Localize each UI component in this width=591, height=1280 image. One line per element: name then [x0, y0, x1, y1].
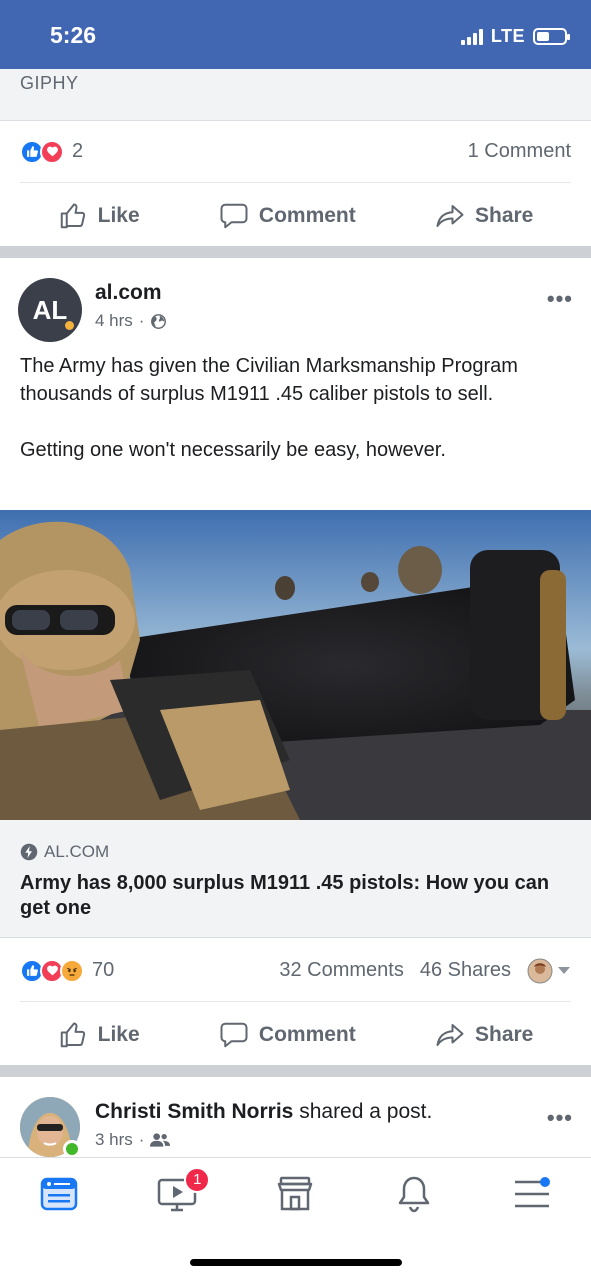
battery-icon	[533, 28, 570, 45]
link-domain: AL.COM	[20, 842, 109, 862]
feed-divider	[0, 1065, 591, 1077]
link-preview-image[interactable]	[0, 510, 591, 820]
love-reaction-icon	[40, 139, 64, 164]
post-action-bar: Like Comment Share	[0, 184, 591, 248]
share-label: Share	[475, 1023, 534, 1046]
link-domain-text: AL.COM	[44, 842, 110, 861]
comment-count[interactable]: 1 Comment	[468, 140, 571, 163]
meta-separator: ·	[138, 311, 145, 330]
tab-notifications[interactable]	[389, 1169, 439, 1219]
share-count[interactable]: 46 Shares	[420, 959, 511, 982]
giphy-label: GIPHY	[20, 73, 79, 93]
chevron-down-icon	[558, 966, 570, 974]
meta-separator: ·	[138, 1130, 145, 1149]
like-button[interactable]: Like	[58, 201, 140, 231]
tab-menu[interactable]	[507, 1169, 557, 1219]
post-header: AL al.com 4 hrs · •••	[0, 278, 591, 350]
share-icon	[436, 205, 464, 227]
comment-icon	[220, 1022, 248, 1048]
friends-audience-icon	[150, 1133, 171, 1147]
tab-news-feed[interactable]	[34, 1169, 84, 1219]
page-avatar[interactable]: AL	[18, 278, 82, 342]
angry-reaction-icon	[60, 958, 84, 983]
marketplace-icon	[278, 1176, 313, 1210]
post-paragraph-2: Getting one won't necessarily be easy, h…	[20, 439, 446, 461]
status-time: 5:26	[50, 22, 97, 48]
like-icon	[60, 1022, 85, 1048]
globe-icon	[151, 313, 167, 329]
reaction-icons	[20, 958, 84, 983]
watch-notification-badge: 1	[184, 1166, 211, 1193]
avatar-text: AL	[32, 294, 68, 325]
like-icon	[60, 203, 85, 229]
post-time[interactable]: 4 hrs	[95, 311, 133, 331]
share-button[interactable]: Share	[435, 201, 533, 231]
avatar-logo-dot	[65, 321, 74, 330]
post-meta: 4 hrs ·	[95, 311, 167, 331]
like-label: Like	[97, 204, 140, 227]
comment-label: Comment	[258, 1023, 356, 1046]
next-post-title: Christi Smith Norris shared a post.	[95, 1100, 432, 1124]
share-icon	[436, 1024, 464, 1046]
comment-button[interactable]: Comment	[219, 1020, 356, 1050]
network-label: LTE	[490, 26, 525, 46]
post-body: The Army has given the Civilian Marksman…	[20, 352, 571, 464]
reaction-summary[interactable]: 70 32 Comments 46 Shares	[20, 940, 571, 1002]
menu-icon	[514, 1176, 550, 1207]
status-bar: 5:26 LTE	[0, 0, 591, 69]
post-time[interactable]: 3 hrs	[95, 1130, 133, 1150]
comment-icon	[220, 203, 248, 229]
more-options-icon[interactable]: •••	[547, 1105, 573, 1131]
reaction-count: 70	[92, 959, 115, 981]
tab-marketplace[interactable]	[270, 1169, 320, 1219]
page-name[interactable]: al.com	[95, 281, 162, 305]
tab-watch[interactable]: 1	[152, 1166, 211, 1219]
reaction-summary[interactable]: 2 1 Comment	[20, 121, 571, 183]
feed-divider	[0, 246, 591, 258]
bell-icon	[398, 1176, 429, 1212]
instant-article-icon	[20, 843, 38, 861]
status-icons: LTE	[460, 26, 570, 47]
bottom-tab-bar: 1	[0, 1157, 591, 1229]
online-status-indicator	[63, 1140, 81, 1158]
viewer-avatar	[527, 958, 553, 983]
viewer-avatar-selector[interactable]	[527, 958, 571, 984]
more-options-icon[interactable]: •••	[547, 286, 573, 312]
link-preview[interactable]: AL.COM Army has 8,000 surplus M1911 .45 …	[0, 820, 591, 938]
giphy-attribution-bar[interactable]: GIPHY	[0, 69, 591, 121]
reaction-icons	[20, 139, 64, 164]
shared-action-text: shared a post.	[293, 1100, 433, 1123]
post-action-bar: Like Comment Share	[0, 1003, 591, 1067]
comment-button[interactable]: Comment	[219, 201, 356, 231]
home-indicator[interactable]	[190, 1259, 402, 1266]
reaction-count: 2	[72, 140, 84, 162]
like-button[interactable]: Like	[58, 1020, 140, 1050]
next-post-meta: 3 hrs ·	[95, 1130, 171, 1150]
link-headline: Army has 8,000 surplus M1911 .45 pistols…	[20, 872, 550, 919]
like-label: Like	[97, 1023, 140, 1046]
author-name[interactable]: Christi Smith Norris	[95, 1100, 293, 1123]
comment-label: Comment	[258, 204, 356, 227]
news-feed-icon	[40, 1177, 78, 1210]
comment-count[interactable]: 32 Comments	[279, 959, 404, 982]
signal-icon	[460, 28, 483, 45]
share-label: Share	[475, 204, 534, 227]
post-paragraph-1: The Army has given the Civilian Marksman…	[20, 355, 518, 405]
share-button[interactable]: Share	[435, 1020, 533, 1050]
